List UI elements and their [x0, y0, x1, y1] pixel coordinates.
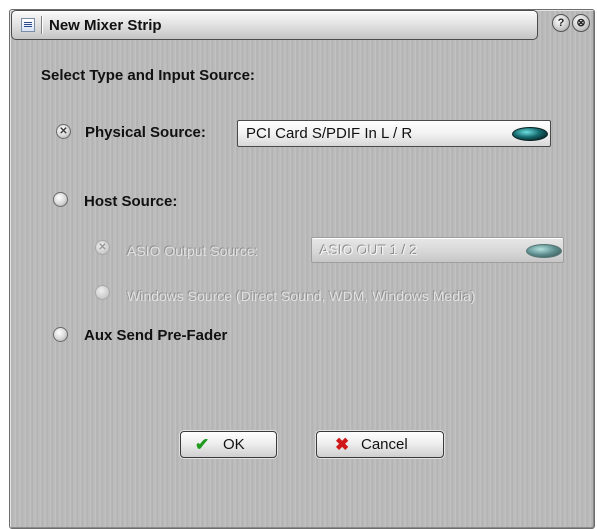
ok-button[interactable]: ✔ OK — [180, 431, 277, 458]
asio-output-source-value: ASIO OUT 1 / 2 — [320, 242, 418, 258]
checkmark-icon: ✔ — [195, 435, 210, 454]
aux-send-pre-fader-radio[interactable] — [53, 327, 68, 342]
windows-source-radio[interactable] — [95, 285, 110, 300]
physical-source-dropdown[interactable]: PCI Card S/PDIF In L / R — [237, 120, 551, 147]
dropdown-arrow-icon[interactable] — [512, 127, 548, 141]
dropdown-arrow-icon[interactable] — [526, 244, 562, 258]
asio-output-source-dropdown[interactable]: ASIO OUT 1 / 2 — [311, 237, 564, 263]
cancel-button[interactable]: ✖ Cancel — [316, 431, 444, 458]
radio-selected-mark: ✕ — [98, 242, 107, 253]
window-title: New Mixer Strip — [49, 17, 162, 34]
title-bar[interactable]: New Mixer Strip — [11, 10, 538, 40]
asio-output-source-label: ASIO Output Source: — [127, 243, 259, 259]
cancel-button-label: Cancel — [361, 436, 408, 453]
close-icon[interactable]: ⊗ — [572, 14, 590, 32]
title-separator — [41, 16, 42, 34]
physical-source-value: PCI Card S/PDIF In L / R — [246, 125, 413, 142]
radio-selected-mark: ✕ — [59, 126, 68, 137]
aux-send-pre-fader-label: Aux Send Pre-Fader — [84, 327, 228, 344]
windows-source-label: Windows Source (Direct Sound, WDM, Windo… — [127, 288, 476, 304]
host-source-radio[interactable] — [53, 192, 68, 207]
host-source-label: Host Source: — [84, 193, 178, 210]
physical-source-radio[interactable]: ✕ — [56, 124, 71, 139]
physical-source-label: Physical Source: — [85, 124, 206, 141]
new-mixer-strip-dialog — [9, 9, 595, 529]
help-icon[interactable]: ? — [552, 14, 570, 32]
window-menu-icon[interactable] — [21, 18, 35, 32]
cancel-x-icon: ✖ — [335, 435, 350, 454]
ok-button-label: OK — [223, 436, 245, 453]
asio-output-source-radio[interactable]: ✕ — [95, 240, 110, 255]
section-label: Select Type and Input Source: — [41, 67, 255, 84]
